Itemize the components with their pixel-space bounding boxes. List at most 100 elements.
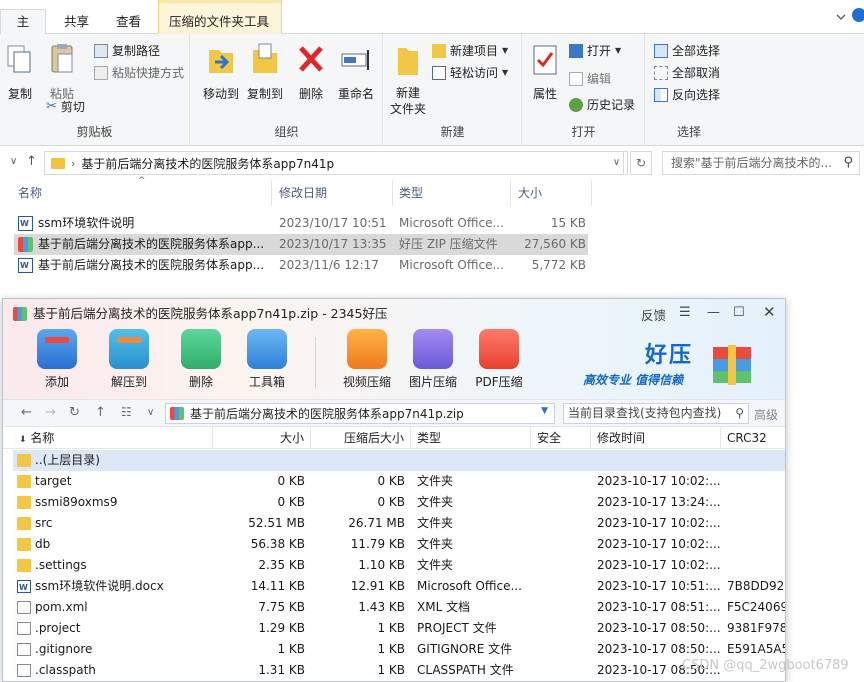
easy-access-icon — [432, 66, 446, 80]
tab-view[interactable]: 查看 — [106, 10, 151, 34]
tab-home[interactable]: 主页 — [0, 9, 46, 53]
chevron-down-icon[interactable]: ∨ — [147, 407, 154, 418]
chevron-down-icon[interactable]: ∨ — [10, 156, 17, 167]
move-to-label: 移动到 — [202, 87, 239, 101]
new-item-button[interactable]: 新建项目 ▼ — [432, 42, 508, 60]
col-name-label: 名称 — [30, 431, 55, 445]
col-type[interactable]: 类型 — [411, 427, 531, 449]
pdf-compress-button[interactable]: PDF压缩 — [469, 329, 529, 390]
archive-packed-size: 0 KB — [377, 474, 405, 488]
tab-share[interactable]: 共享 — [54, 10, 99, 34]
move-to-button[interactable]: 移动到 — [199, 42, 243, 102]
paste-button[interactable]: 粘贴 — [44, 42, 80, 102]
address-field[interactable]: › 基于前后端分离技术的医院服务体系app7n41p — [44, 151, 624, 175]
rename-button[interactable]: 重命名 — [335, 42, 377, 102]
file-row[interactable]: 基于前后端分离技术的医院服务体系app... 2023/10/17 13:35 … — [14, 234, 588, 255]
archive-file-type: 文件夹 — [417, 474, 454, 488]
col-modified-time[interactable]: 修改时间 — [591, 427, 721, 449]
minimize-icon[interactable]: — — [707, 305, 720, 320]
image-compress-button[interactable]: 图片压缩 — [403, 329, 463, 390]
toolbar-divider — [315, 337, 316, 389]
edit-button[interactable]: 编辑 — [569, 70, 611, 88]
file-row[interactable]: ssm环境软件说明 2023/10/17 10:51 Microsoft Off… — [14, 213, 588, 234]
copy-to-icon — [253, 43, 277, 73]
col-packed-size[interactable]: 压缩后大小 — [311, 427, 411, 449]
archive-row[interactable]: ..(上层目录) — [13, 450, 785, 471]
chevron-down-icon[interactable] — [835, 12, 847, 22]
archive-row[interactable]: db 56.38 KB 11.79 KB 文件夹 2023-10-17 10:02:..… — [13, 534, 785, 555]
col-crc32[interactable]: CRC32 — [721, 427, 785, 449]
col-security[interactable]: 安全 — [531, 427, 591, 449]
brand-name: 好压 — [645, 343, 694, 368]
file-icon — [17, 643, 31, 656]
forward-arrow-icon[interactable]: → — [45, 405, 56, 420]
invert-selection-button[interactable]: 反向选择 — [654, 86, 720, 104]
haozip-path-field[interactable]: 基于前后端分离技术的医院服务体系app7n41p.zip ▼ — [165, 403, 555, 424]
copy-button[interactable]: 复制 — [4, 42, 36, 102]
archive-crc32: 9381F978 — [727, 621, 785, 635]
close-icon[interactable]: ✕ — [763, 303, 776, 321]
select-all-button[interactable]: 全部选择 — [654, 42, 720, 60]
video-compress-button[interactable]: 视频压缩 — [337, 329, 397, 390]
new-folder-button[interactable]: 新建 文件夹 — [388, 42, 428, 117]
archive-file-type: 文件夹 — [417, 495, 454, 509]
archive-row[interactable]: pom.xml 7.75 KB 1.43 KB XML 文档 2023-10-17 08… — [13, 597, 785, 618]
refresh-icon[interactable]: ↻ — [69, 405, 80, 420]
copy-to-button[interactable]: 复制到 — [243, 42, 287, 102]
easy-access-button[interactable]: 轻松访问 ▼ — [432, 64, 508, 82]
menu-icon[interactable]: ☰ — [679, 305, 691, 320]
rename-icon — [341, 50, 369, 70]
col-date[interactable]: 修改日期 — [273, 180, 393, 206]
dropdown-arrow-icon: ▼ — [502, 46, 509, 55]
search-input[interactable]: 搜索"基于前后端分离技术的... ⚲ — [662, 151, 860, 175]
archive-packed-size: 1.10 KB — [358, 558, 405, 572]
copy-path-button[interactable]: 复制路径 — [94, 42, 160, 60]
archive-row[interactable]: .settings 2.35 KB 1.10 KB 文件夹 2023-10-17 10:… — [13, 555, 785, 576]
path-dropdown-icon[interactable]: ▼ — [541, 406, 548, 416]
archive-row[interactable]: ssm环境软件说明.docx 14.11 KB 12.91 KB Microsoft … — [13, 576, 785, 598]
history-button[interactable]: 历史记录 — [569, 96, 635, 114]
up-arrow-icon[interactable]: ↑ — [95, 405, 106, 420]
col-name[interactable]: 名称 — [12, 180, 272, 206]
archive-file-size: 0 KB — [277, 474, 305, 488]
maximize-icon[interactable]: ☐ — [733, 305, 745, 320]
archive-modified-time: 2023-10-17 08:51:... — [597, 600, 721, 614]
paste-icon — [51, 44, 73, 73]
archive-row[interactable]: target 0 KB 0 KB 文件夹 2023-10-17 10:02:... — [13, 471, 785, 492]
help-icon[interactable] — [852, 8, 864, 22]
delete-button[interactable]: 删除 — [295, 42, 327, 102]
delete-archive-button[interactable]: 删除 — [171, 329, 231, 390]
archive-row[interactable]: .project 1.29 KB 1 KB PROJECT 文件 2023-10-17 … — [13, 618, 785, 639]
file-name: 基于前后端分离技术的医院服务体系app... — [38, 237, 265, 251]
col-size[interactable]: 大小 — [213, 427, 311, 449]
feedback-link[interactable]: 反馈 — [641, 305, 666, 324]
up-arrow-icon[interactable]: ↑ — [26, 154, 37, 169]
folder-icon — [17, 517, 31, 530]
file-row[interactable]: 基于前后端分离技术的医院服务体系app... 2023/11/6 12:17 M… — [14, 255, 588, 276]
col-size[interactable]: 大小 — [512, 180, 592, 206]
haozip-search-input[interactable]: 当前目录查找(支持包内查找) ⚲ — [563, 403, 749, 424]
paste-shortcut-label: 粘贴快捷方式 — [112, 66, 185, 80]
properties-button[interactable]: 属性 — [529, 42, 561, 102]
paste-shortcut-button[interactable]: 粘贴快捷方式 — [94, 64, 184, 82]
extract-to-button[interactable]: 解压到 — [99, 329, 159, 390]
refresh-icon[interactable]: ↻ — [630, 151, 652, 175]
cut-button[interactable]: ✂ 剪切 — [46, 98, 85, 116]
select-none-button[interactable]: 全部取消 — [654, 64, 720, 82]
archive-row[interactable]: ssmi89oxms9 0 KB 0 KB 文件夹 2023-10-17 13:24:.… — [13, 492, 785, 513]
view-mode-icon[interactable]: ☷ — [121, 405, 132, 419]
file-type: Microsoft Office... — [399, 258, 504, 272]
back-arrow-icon[interactable]: ← — [21, 405, 32, 420]
add-button[interactable]: 添加 — [27, 329, 87, 390]
col-type[interactable]: 类型 — [393, 180, 511, 206]
address-dropdown-icon[interactable]: ∨ — [606, 151, 628, 175]
tab-compressed-folder-tools[interactable]: 压缩的文件夹工具 — [158, 0, 282, 34]
pdf-icon — [479, 329, 519, 369]
toolbox-button[interactable]: 工具箱 — [237, 329, 297, 390]
archive-row[interactable]: src 52.51 MB 26.71 MB 文件夹 2023-10-17 10:02:.… — [13, 513, 785, 534]
col-name[interactable]: ⬇ 名称 — [13, 427, 213, 449]
advanced-search-link[interactable]: 高级 — [754, 406, 778, 423]
open-button[interactable]: 打开 ▼ — [569, 42, 621, 60]
archive-row[interactable]: .classpath 1.31 KB 1 KB CLASSPATH 文件 2023-10… — [13, 660, 785, 681]
archive-row[interactable]: .gitignore 1 KB 1 KB GITIGNORE 文件 2023-10-17… — [13, 639, 785, 660]
